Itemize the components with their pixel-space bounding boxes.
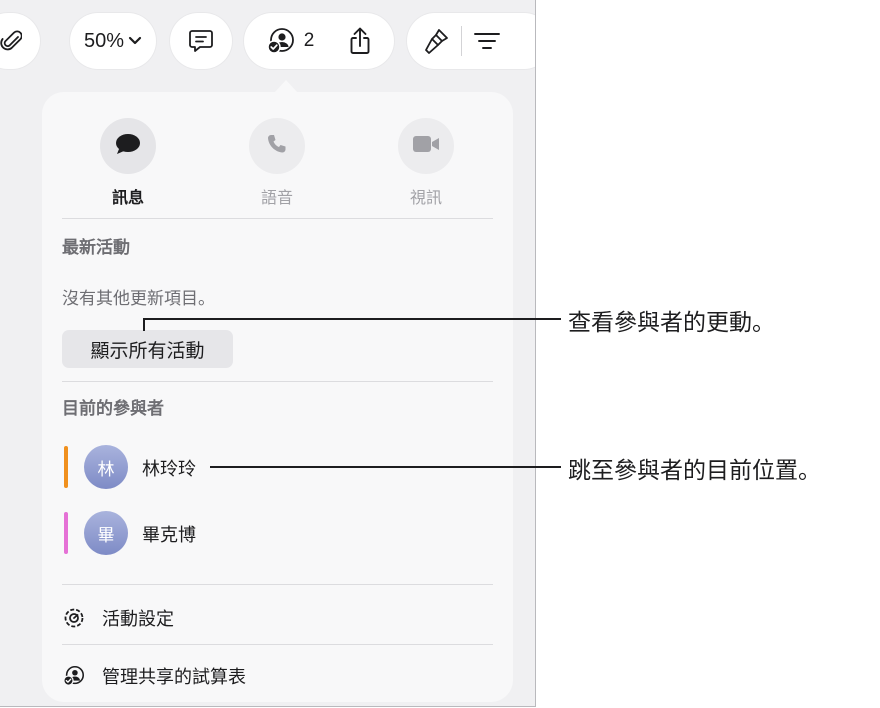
phone-icon	[265, 132, 289, 161]
manage-shared-spreadsheet-row[interactable]: 管理共享的試算表	[62, 661, 492, 691]
video-label: 視訊	[409, 190, 442, 207]
message-circle	[100, 118, 156, 174]
zoom-level: 50%	[83, 29, 125, 52]
format-toolbar-group	[407, 13, 535, 69]
voice-label: 語音	[260, 190, 293, 207]
divider	[62, 381, 493, 382]
comment-icon	[187, 27, 215, 55]
avatar: 畢	[84, 511, 128, 555]
callout-leader-line	[143, 318, 561, 320]
divider	[62, 584, 493, 585]
callout-leader-line	[210, 466, 561, 468]
voice-call-button[interactable]: 語音	[237, 118, 317, 208]
recent-activity-title: 最新活動	[62, 238, 130, 257]
share-button[interactable]	[348, 26, 372, 56]
share-icon	[348, 26, 372, 56]
current-participants-title: 目前的參與者	[62, 399, 164, 418]
toolbar-separator	[461, 26, 462, 56]
activity-settings-label: 活動設定	[102, 609, 174, 629]
callout-view-changes: 查看參與者的更動。	[568, 309, 775, 335]
activity-gear-icon	[62, 606, 86, 630]
voice-circle	[249, 118, 305, 174]
message-label: 訊息	[111, 190, 144, 207]
participant-color-bar	[64, 512, 68, 554]
organize-button[interactable]	[472, 30, 502, 52]
activity-settings-row[interactable]: 活動設定	[62, 603, 492, 633]
divider	[62, 644, 493, 645]
chevron-down-icon	[128, 36, 142, 46]
video-call-button[interactable]: 視訊	[386, 118, 466, 208]
message-bubble-icon	[114, 132, 142, 161]
zoom-menu-button[interactable]: 50%	[70, 13, 156, 69]
participant-row[interactable]: 畢 畢克博	[62, 508, 492, 556]
participant-name: 林玲玲	[142, 459, 196, 479]
show-all-activity-button[interactable]: 顯示所有活動	[62, 330, 233, 368]
collaboration-toolbar-group: 2	[244, 13, 394, 69]
collaboration-button[interactable]: 2	[266, 27, 315, 55]
comment-button[interactable]	[170, 13, 232, 69]
divider	[62, 218, 493, 219]
collaborator-count: 2	[303, 30, 315, 51]
format-button[interactable]	[423, 26, 451, 56]
video-camera-icon	[411, 133, 441, 160]
participant-name: 畢克博	[142, 525, 196, 545]
paperclip-icon	[0, 28, 22, 54]
filter-lines-icon	[472, 30, 502, 52]
manage-shared-spreadsheet-label: 管理共享的試算表	[102, 667, 246, 687]
attachment-button[interactable]	[0, 13, 40, 69]
no-updates-text: 沒有其他更新項目。	[62, 289, 215, 308]
callout-jump-to-location: 跳至參與者的目前位置。	[568, 457, 821, 483]
collaboration-icon	[266, 27, 296, 55]
app-screen: 50% 2 訊息 語音 視訊 最新活動 沒有其他更新項目。 顯示所有活動 目前的…	[0, 0, 536, 707]
avatar: 林	[84, 445, 128, 489]
collaboration-popover: 訊息 語音 視訊 最新活動 沒有其他更新項目。 顯示所有活動 目前的參與者 林 …	[42, 92, 513, 702]
shared-people-icon	[62, 664, 86, 688]
message-button[interactable]: 訊息	[88, 118, 168, 208]
paintbrush-icon	[423, 26, 451, 56]
video-circle	[398, 118, 454, 174]
participant-color-bar	[64, 446, 68, 488]
